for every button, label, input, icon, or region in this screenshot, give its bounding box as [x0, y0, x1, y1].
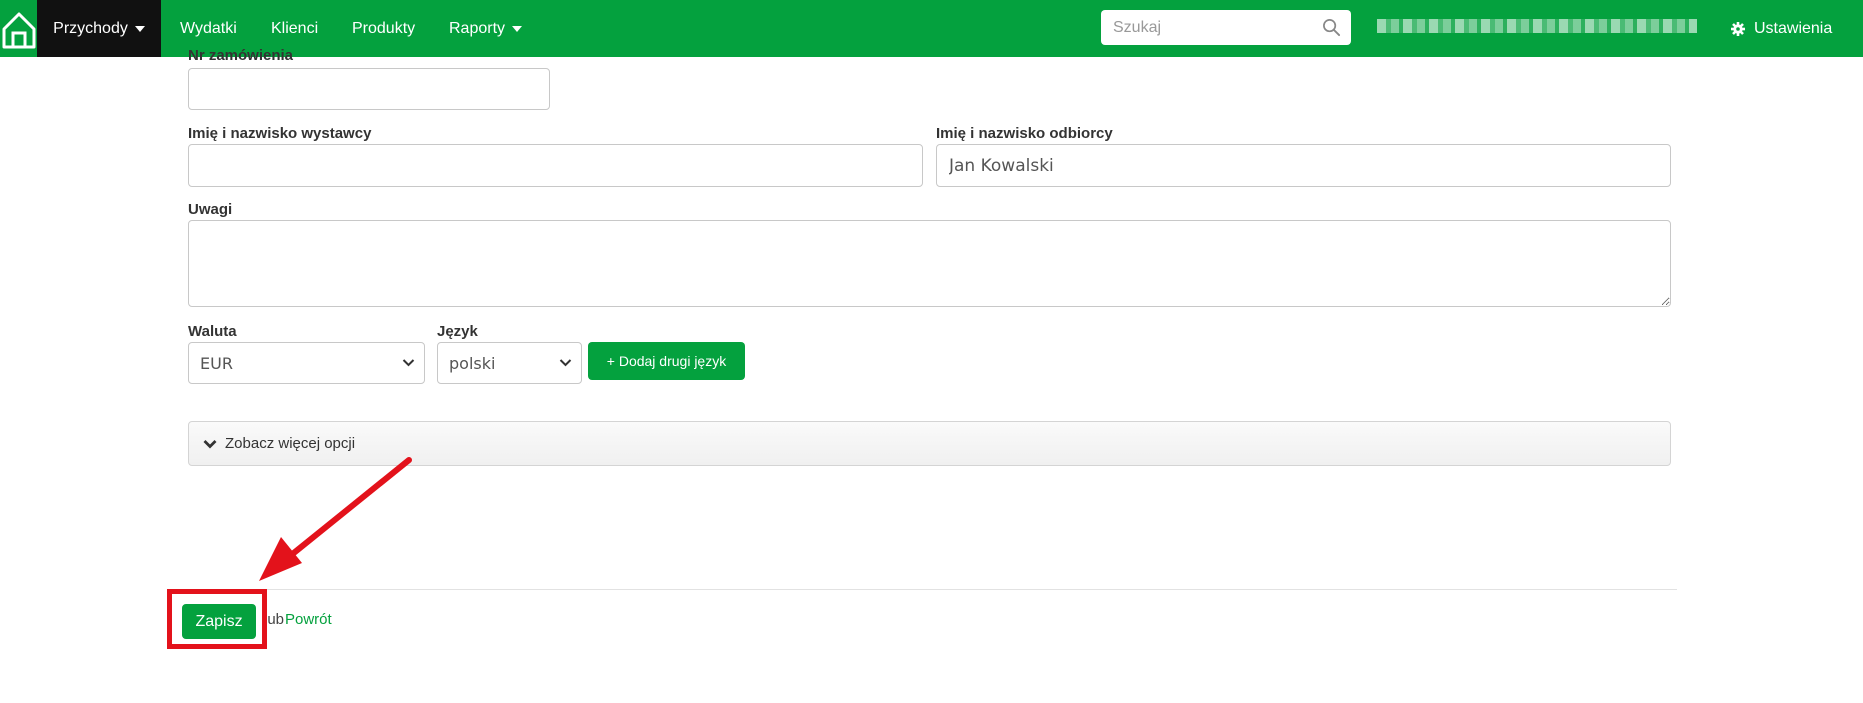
order-number-input[interactable] [188, 68, 550, 110]
user-account-redacted[interactable] [1377, 19, 1697, 33]
annotation-highlight-box [167, 589, 267, 649]
gear-icon [1731, 21, 1745, 36]
language-value: polski [449, 353, 496, 373]
recipient-name-label: Imię i nazwisko odbiorcy [936, 125, 1113, 142]
recipient-name-input[interactable] [936, 144, 1671, 187]
language-label: Język [437, 323, 478, 340]
caret-down-icon [512, 25, 523, 32]
currency-value: EUR [200, 353, 233, 373]
more-options-label: Zobacz więcej opcji [225, 435, 356, 452]
order-number-label: Nr zamówienia [188, 47, 294, 64]
nav-przychody-label: Przychody [53, 19, 128, 37]
more-options-toggle[interactable]: Zobacz więcej opcji [188, 421, 1671, 466]
nav-klienci-label: Klienci [271, 19, 319, 37]
nav-produkty[interactable]: Produkty [352, 0, 415, 57]
or-text: lub [264, 611, 285, 628]
currency-label: Waluta [188, 323, 237, 340]
nav-raporty-label: Raporty [449, 19, 506, 37]
form-footer-divider [185, 589, 1677, 590]
notes-label: Uwagi [188, 201, 233, 218]
nav-wydatki-label: Wydatki [180, 19, 237, 37]
settings-menu[interactable]: Ustawienia [1731, 0, 1832, 57]
search-box [1101, 10, 1351, 45]
caret-down-icon [134, 25, 145, 32]
settings-label: Ustawienia [1754, 19, 1833, 37]
back-link[interactable]: Powrót [285, 611, 332, 628]
home-button[interactable] [0, 0, 38, 57]
currency-select[interactable]: EUR [188, 342, 425, 384]
add-second-language-button[interactable]: + Dodaj drugi język [588, 342, 745, 380]
search-input[interactable] [1101, 10, 1330, 45]
issuer-name-input[interactable] [188, 144, 923, 187]
search-icon[interactable] [1322, 18, 1341, 37]
chevron-down-icon [559, 359, 572, 367]
chevron-down-icon [402, 359, 415, 367]
notes-textarea[interactable] [188, 220, 1671, 307]
nav-raporty[interactable]: Raporty [449, 0, 523, 57]
chevron-down-icon [203, 439, 217, 448]
language-select[interactable]: polski [437, 342, 582, 384]
nav-produkty-label: Produkty [352, 19, 416, 37]
nav-przychody[interactable]: Przychody [37, 0, 161, 57]
home-icon [2, 12, 36, 48]
add-second-language-label: + Dodaj drugi język [606, 353, 727, 369]
issuer-name-label: Imię i nazwisko wystawcy [188, 125, 372, 142]
